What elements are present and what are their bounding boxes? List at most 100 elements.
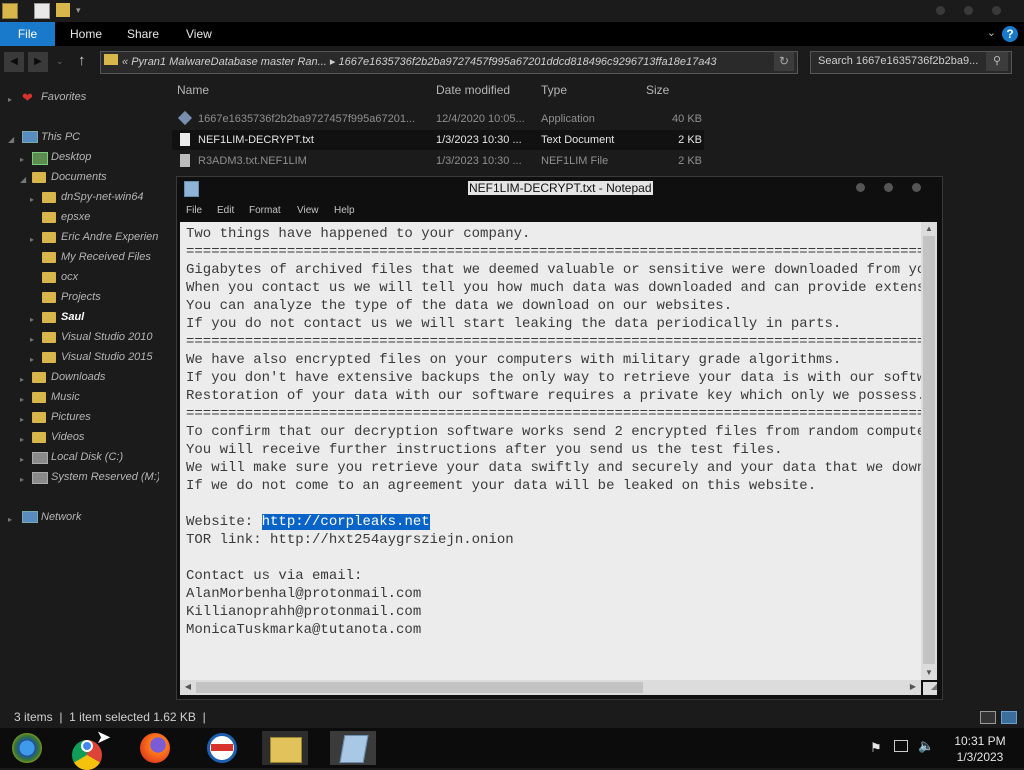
address-path[interactable]: « Pyran1 MalwareDatabase master Ran... ▸… [122, 55, 772, 68]
tab-share[interactable]: Share [127, 22, 159, 46]
column-header-size[interactable]: Size [646, 83, 669, 97]
expand-icon[interactable]: ▸ [20, 435, 24, 444]
scroll-left-icon[interactable]: ◀ [182, 682, 194, 691]
sidebar-item-dnspy[interactable]: dnSpy-net-win64 [61, 190, 144, 204]
sidebar-item-my-received-files[interactable]: My Received Files [61, 250, 151, 264]
column-header-type[interactable]: Type [541, 83, 567, 97]
folder-icon [42, 312, 56, 323]
expand-icon[interactable]: ▸ [20, 455, 24, 464]
column-header-name[interactable]: Name [177, 83, 209, 97]
maximize-icon[interactable] [964, 6, 973, 15]
scroll-down-icon[interactable]: ▼ [921, 668, 937, 677]
refresh-button[interactable]: ↻ [774, 52, 794, 71]
column-header-date[interactable]: Date modified [436, 83, 510, 97]
expand-icon[interactable]: ▸ [30, 355, 34, 364]
sidebar-item-ocx[interactable]: ocx [61, 270, 78, 284]
breadcrumb-parent[interactable]: Pyran1 MalwareDatabase master Ran... [131, 56, 327, 68]
scroll-up-icon[interactable]: ▲ [921, 224, 937, 233]
sidebar-item-pictures[interactable]: Pictures [51, 410, 91, 424]
help-icon[interactable]: ? [1002, 26, 1018, 42]
notepad-taskbar-icon[interactable] [330, 731, 376, 765]
breadcrumb-current[interactable]: 1667e1635736f2b2ba9727457f995a67201ddcd8… [339, 56, 717, 68]
scroll-right-icon[interactable]: ▶ [907, 682, 919, 691]
quick-access-dropdown-icon[interactable]: ▾ [76, 5, 81, 16]
back-button[interactable]: ◀ [4, 52, 24, 72]
menu-file[interactable]: File [186, 205, 202, 216]
search-icon[interactable]: ⚲ [986, 52, 1008, 71]
sidebar-item-network[interactable]: Network [41, 510, 81, 524]
expand-icon[interactable]: ▸ [8, 95, 12, 104]
properties-icon[interactable] [34, 3, 50, 19]
media-app-icon[interactable] [205, 731, 239, 765]
breadcrumb-separator-icon[interactable]: ▸ [330, 56, 336, 68]
action-center-flag-icon[interactable]: ⚑ [870, 740, 882, 756]
sidebar-item-desktop[interactable]: Desktop [51, 150, 91, 164]
sidebar-item-epsxe[interactable]: epsxe [61, 210, 90, 224]
expand-icon[interactable]: ▸ [30, 235, 34, 244]
clock[interactable]: 10:31 PM 1/3/2023 [946, 733, 1014, 765]
expand-icon[interactable]: ▸ [20, 155, 24, 164]
notepad-minimize-icon[interactable] [856, 183, 865, 192]
new-folder-icon[interactable] [56, 3, 70, 17]
expand-icon[interactable]: ▸ [30, 315, 34, 324]
expand-icon[interactable]: ▸ [20, 415, 24, 424]
path-overflow-icon[interactable]: « [122, 56, 128, 68]
notepad-icon[interactable] [184, 181, 199, 197]
expand-icon[interactable]: ▸ [20, 375, 24, 384]
details-view-icon[interactable] [980, 711, 996, 724]
expand-icon[interactable]: ▸ [20, 395, 24, 404]
expand-icon[interactable]: ▸ [8, 515, 12, 524]
file-tab[interactable]: File [0, 22, 55, 46]
sidebar-item-downloads[interactable]: Downloads [51, 370, 105, 384]
collapse-icon[interactable]: ◢ [20, 175, 26, 184]
sidebar-item-projects[interactable]: Projects [61, 290, 101, 304]
sidebar-item-vs2010[interactable]: Visual Studio 2010 [61, 330, 153, 344]
minimize-icon[interactable] [936, 6, 945, 15]
recent-locations-icon[interactable]: ⌄ [56, 56, 64, 67]
folder-icon[interactable] [2, 3, 18, 19]
sidebar-item-videos[interactable]: Videos [51, 430, 84, 444]
vertical-scroll-thumb[interactable] [923, 236, 935, 664]
file-row[interactable]: 1667e1635736f2b2ba9727457f995a67201... 1… [172, 109, 704, 129]
sidebar-item-eric-andre[interactable]: Eric Andre Experien [61, 230, 161, 244]
clock-time: 10:31 PM [954, 734, 1006, 748]
file-explorer-taskbar-icon[interactable] [262, 731, 308, 765]
sidebar-item-favorites[interactable]: Favorites [41, 90, 86, 104]
file-row-selected[interactable]: NEF1LIM-DECRYPT.txt 1/3/2023 10:30 ... T… [172, 130, 704, 150]
large-icons-view-icon[interactable] [1001, 711, 1017, 724]
menu-format[interactable]: Format [249, 205, 281, 216]
sidebar-item-this-pc[interactable]: This PC [41, 130, 80, 144]
sidebar-item-documents[interactable]: Documents [51, 170, 107, 184]
forward-button[interactable]: ▶ [28, 52, 48, 72]
collapse-icon[interactable]: ◢ [8, 135, 14, 144]
menu-view[interactable]: View [297, 205, 319, 216]
notepad-maximize-icon[interactable] [884, 183, 893, 192]
volume-icon[interactable]: 🔈 [918, 738, 934, 754]
expand-icon[interactable]: ▸ [30, 195, 34, 204]
tab-view[interactable]: View [186, 22, 212, 46]
expand-ribbon-icon[interactable]: ⌄ [987, 26, 996, 39]
website-url-selected[interactable]: http://corpleaks.net [261, 514, 430, 530]
start-button[interactable] [10, 731, 44, 765]
sidebar-item-local-disk[interactable]: Local Disk (C:) [51, 450, 123, 464]
sidebar-item-system-reserved[interactable]: System Reserved (M:) [51, 470, 159, 484]
expand-icon[interactable]: ▸ [30, 335, 34, 344]
title-bar [0, 0, 1024, 22]
up-icon[interactable]: ↑ [78, 52, 86, 69]
notepad-content[interactable]: Two things have happened to your company… [186, 225, 921, 639]
horizontal-scroll-thumb[interactable] [196, 682, 643, 693]
close-icon[interactable] [992, 6, 1001, 15]
file-row[interactable]: R3ADM3.txt.NEF1LIM 1/3/2023 10:30 ... NE… [172, 151, 704, 171]
menu-edit[interactable]: Edit [217, 205, 234, 216]
expand-icon[interactable]: ▸ [20, 475, 24, 484]
firefox-icon[interactable] [138, 731, 172, 765]
search-placeholder[interactable]: Search 1667e1635736f2b2ba9... [818, 55, 982, 67]
sidebar-item-vs2015[interactable]: Visual Studio 2015 [61, 350, 153, 364]
network-tray-icon[interactable] [894, 740, 908, 752]
notepad-close-icon[interactable] [912, 183, 921, 192]
tab-home[interactable]: Home [70, 22, 102, 46]
sidebar-item-saul[interactable]: Saul [61, 310, 84, 324]
sidebar-item-music[interactable]: Music [51, 390, 80, 404]
resize-grip-icon[interactable]: ◢ [923, 682, 937, 695]
menu-help[interactable]: Help [334, 205, 355, 216]
